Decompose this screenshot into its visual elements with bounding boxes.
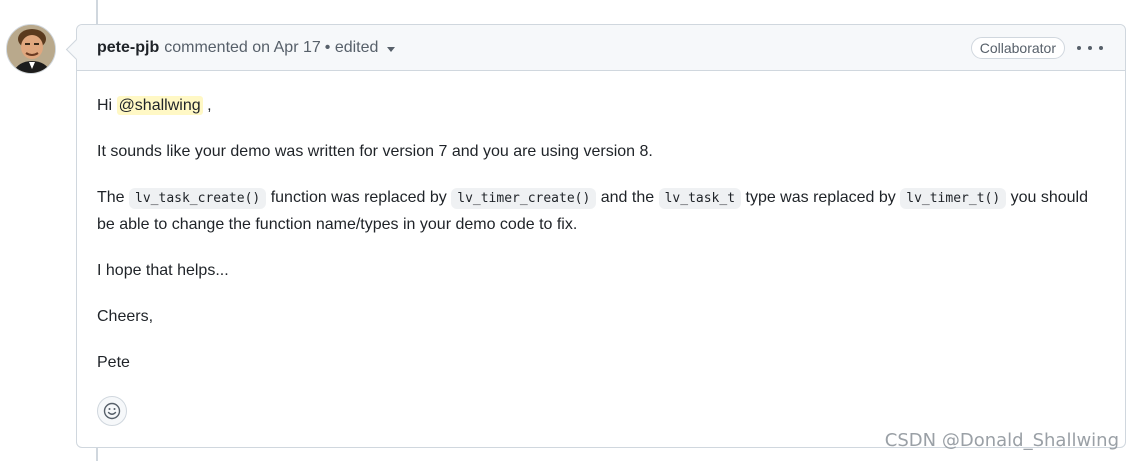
add-reaction-button[interactable]: [97, 396, 127, 426]
edited-label: • edited: [324, 38, 379, 56]
text-segment: and the: [596, 189, 659, 206]
chevron-down-icon: [387, 46, 396, 52]
avatar-image: [7, 25, 55, 73]
code-lv-timer-create: lv_timer_create(): [451, 188, 597, 209]
user-mention[interactable]: @shallwing: [116, 96, 203, 115]
paragraph-hope: I hope that helps...: [97, 262, 229, 279]
author-link[interactable]: pete-pjb: [97, 39, 159, 57]
comment-box: pete-pjb commented on Apr 17 • edited Co…: [76, 24, 1126, 448]
text-segment: The: [97, 189, 130, 206]
greeting-suffix: ,: [202, 97, 212, 114]
text-segment: type was replaced by: [741, 189, 901, 206]
greeting-paragraph: Hi @shallwing ,: [97, 93, 1105, 119]
edited-dropdown[interactable]: • edited: [325, 39, 396, 57]
comment-header: pete-pjb commented on Apr 17 • edited Co…: [77, 25, 1125, 71]
comment-timestamp[interactable]: commented on Apr 17: [164, 39, 321, 57]
watermark: CSDN @Donald_Shallwing: [884, 430, 1119, 451]
kebab-horizontal-icon[interactable]: [1077, 38, 1103, 58]
code-lv-task-t: lv_task_t: [658, 188, 742, 209]
page: pete-pjb commented on Apr 17 • edited Co…: [0, 0, 1133, 461]
paragraph-signature: Pete: [97, 354, 130, 371]
paragraph-cheers: Cheers,: [97, 308, 154, 325]
collaborator-badge: Collaborator: [970, 37, 1065, 59]
text-segment: function was replaced by: [266, 189, 452, 206]
code-lv-task-create: lv_task_create(): [129, 188, 267, 209]
smiley-icon: [103, 402, 121, 420]
paragraph-replacement: The lv_task_create() function was replac…: [97, 185, 1105, 238]
comment-body: Hi @shallwing , It sounds like your demo…: [77, 71, 1125, 376]
greeting-prefix: Hi: [97, 97, 117, 114]
code-lv-timer-t: lv_timer_t(): [900, 188, 1007, 209]
author-avatar[interactable]: [6, 24, 56, 74]
paragraph-version: It sounds like your demo was written for…: [97, 143, 653, 160]
